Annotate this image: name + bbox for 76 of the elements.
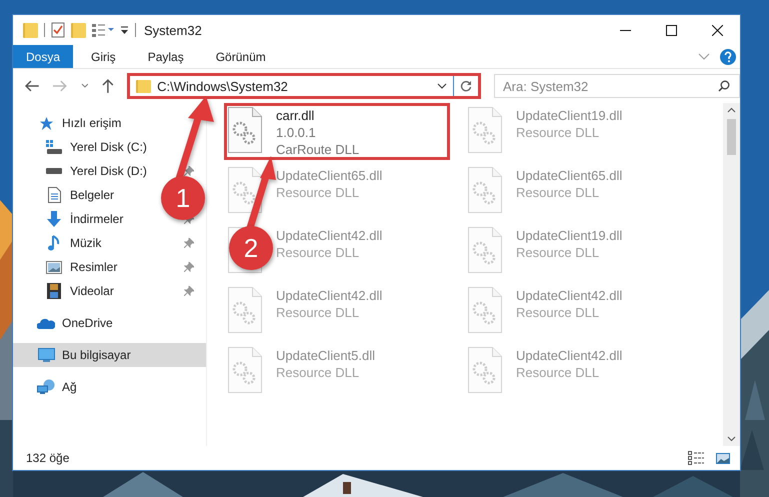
pin-icon[interactable] — [184, 238, 194, 248]
file-description: CarRoute DLL — [276, 142, 360, 157]
file-name: UpdateClient65.dll — [276, 168, 382, 183]
ribbon-tab[interactable]: Görünüm — [198, 45, 280, 68]
document-icon — [48, 187, 60, 203]
scroll-down-icon[interactable] — [727, 436, 736, 442]
nav-item[interactable]: OneDrive — [62, 316, 113, 330]
address-field[interactable]: C:\Windows\System32 — [127, 73, 481, 99]
scroll-up-icon[interactable] — [727, 107, 736, 113]
film-icon — [47, 283, 61, 299]
download-arrow-icon — [46, 211, 62, 227]
file-description: Resource DLL — [276, 365, 360, 380]
network-icon — [37, 379, 55, 395]
file-description: Resource DLL — [276, 305, 360, 320]
file-description: Resource DLL — [276, 185, 360, 200]
close-icon — [712, 24, 722, 36]
dropdown-caret-icon[interactable] — [437, 83, 447, 89]
file-description: Resource DLL — [516, 245, 600, 260]
cloud-icon — [37, 318, 55, 328]
nav-item[interactable]: Bu bilgisayar — [13, 343, 206, 367]
nav-item[interactable]: Videolar — [70, 284, 114, 298]
window-title: System32 — [144, 22, 202, 38]
expand-ribbon-icon[interactable] — [698, 52, 710, 60]
pin-icon[interactable] — [184, 166, 194, 176]
scrollbar-thumb[interactable] — [727, 119, 736, 155]
folder-icon — [136, 80, 152, 92]
music-note-icon — [48, 235, 60, 251]
nav-item[interactable]: Hızlı erişim — [62, 116, 122, 130]
file-name: UpdateClient42.dll — [276, 288, 382, 303]
file-name: UpdateClient42.dll — [516, 348, 622, 363]
file-version: 1.0.0.1 — [276, 125, 317, 140]
ribbon-tab[interactable]: Paylaş — [130, 45, 198, 68]
scrollbar[interactable] — [723, 103, 740, 446]
file-name: UpdateClient42.dll — [276, 228, 382, 243]
nav-item[interactable]: Yerel Disk (C:) — [70, 140, 147, 154]
nav-item[interactable]: Belgeler — [70, 188, 114, 202]
ribbon-tab[interactable]: Giriş — [73, 45, 130, 68]
file-name: UpdateClient19.dll — [516, 228, 622, 243]
file-description: Resource DLL — [516, 185, 600, 200]
address-path: C:\Windows\System32 — [157, 78, 288, 94]
customize-caret-icon[interactable] — [120, 26, 129, 34]
file-description: Resource DLL — [276, 245, 360, 260]
image-icon — [46, 260, 62, 274]
ribbon-tab[interactable]: Dosya — [13, 45, 74, 68]
star-icon — [38, 116, 54, 130]
details-view-icon[interactable] — [688, 451, 704, 465]
file-description: Resource DLL — [516, 305, 600, 320]
maximize-icon — [666, 24, 676, 36]
view-options-icon[interactable] — [92, 23, 114, 37]
pin-icon[interactable] — [184, 286, 194, 296]
file-name: carr.dll — [276, 108, 316, 123]
search-field[interactable]: Ara: System32 — [494, 74, 740, 98]
file-description: Resource DLL — [516, 365, 600, 380]
file-name: UpdateClient19.dll — [516, 108, 622, 123]
help-icon[interactable] — [720, 48, 736, 64]
back-icon[interactable] — [25, 80, 39, 92]
file-description: Resource DLL — [516, 125, 600, 140]
up-icon[interactable] — [102, 79, 114, 93]
file-item[interactable]: carr.dll 1.0.0.1 CarRoute DLL — [226, 105, 448, 158]
properties-icon[interactable] — [51, 22, 65, 38]
pin-icon[interactable] — [184, 262, 194, 272]
refresh-icon[interactable] — [460, 80, 472, 92]
nav-item[interactable]: Yerel Disk (D:) — [70, 164, 147, 178]
nav-item[interactable]: Ağ — [62, 380, 77, 394]
recent-caret-icon[interactable] — [80, 83, 88, 89]
drive-icon — [46, 168, 62, 174]
drive-icon — [46, 140, 62, 154]
nav-item[interactable]: Resimler — [70, 260, 118, 274]
computer-icon — [38, 348, 54, 362]
file-name: UpdateClient42.dll — [516, 288, 622, 303]
nav-item[interactable]: Müzik — [70, 236, 102, 250]
large-icons-view-icon[interactable] — [716, 452, 730, 464]
file-name: UpdateClient65.dll — [516, 168, 622, 183]
item-count: 132 öğe — [26, 451, 70, 465]
nav-item[interactable]: İndirmeler — [70, 212, 124, 226]
file-name: UpdateClient5.dll — [276, 348, 376, 363]
